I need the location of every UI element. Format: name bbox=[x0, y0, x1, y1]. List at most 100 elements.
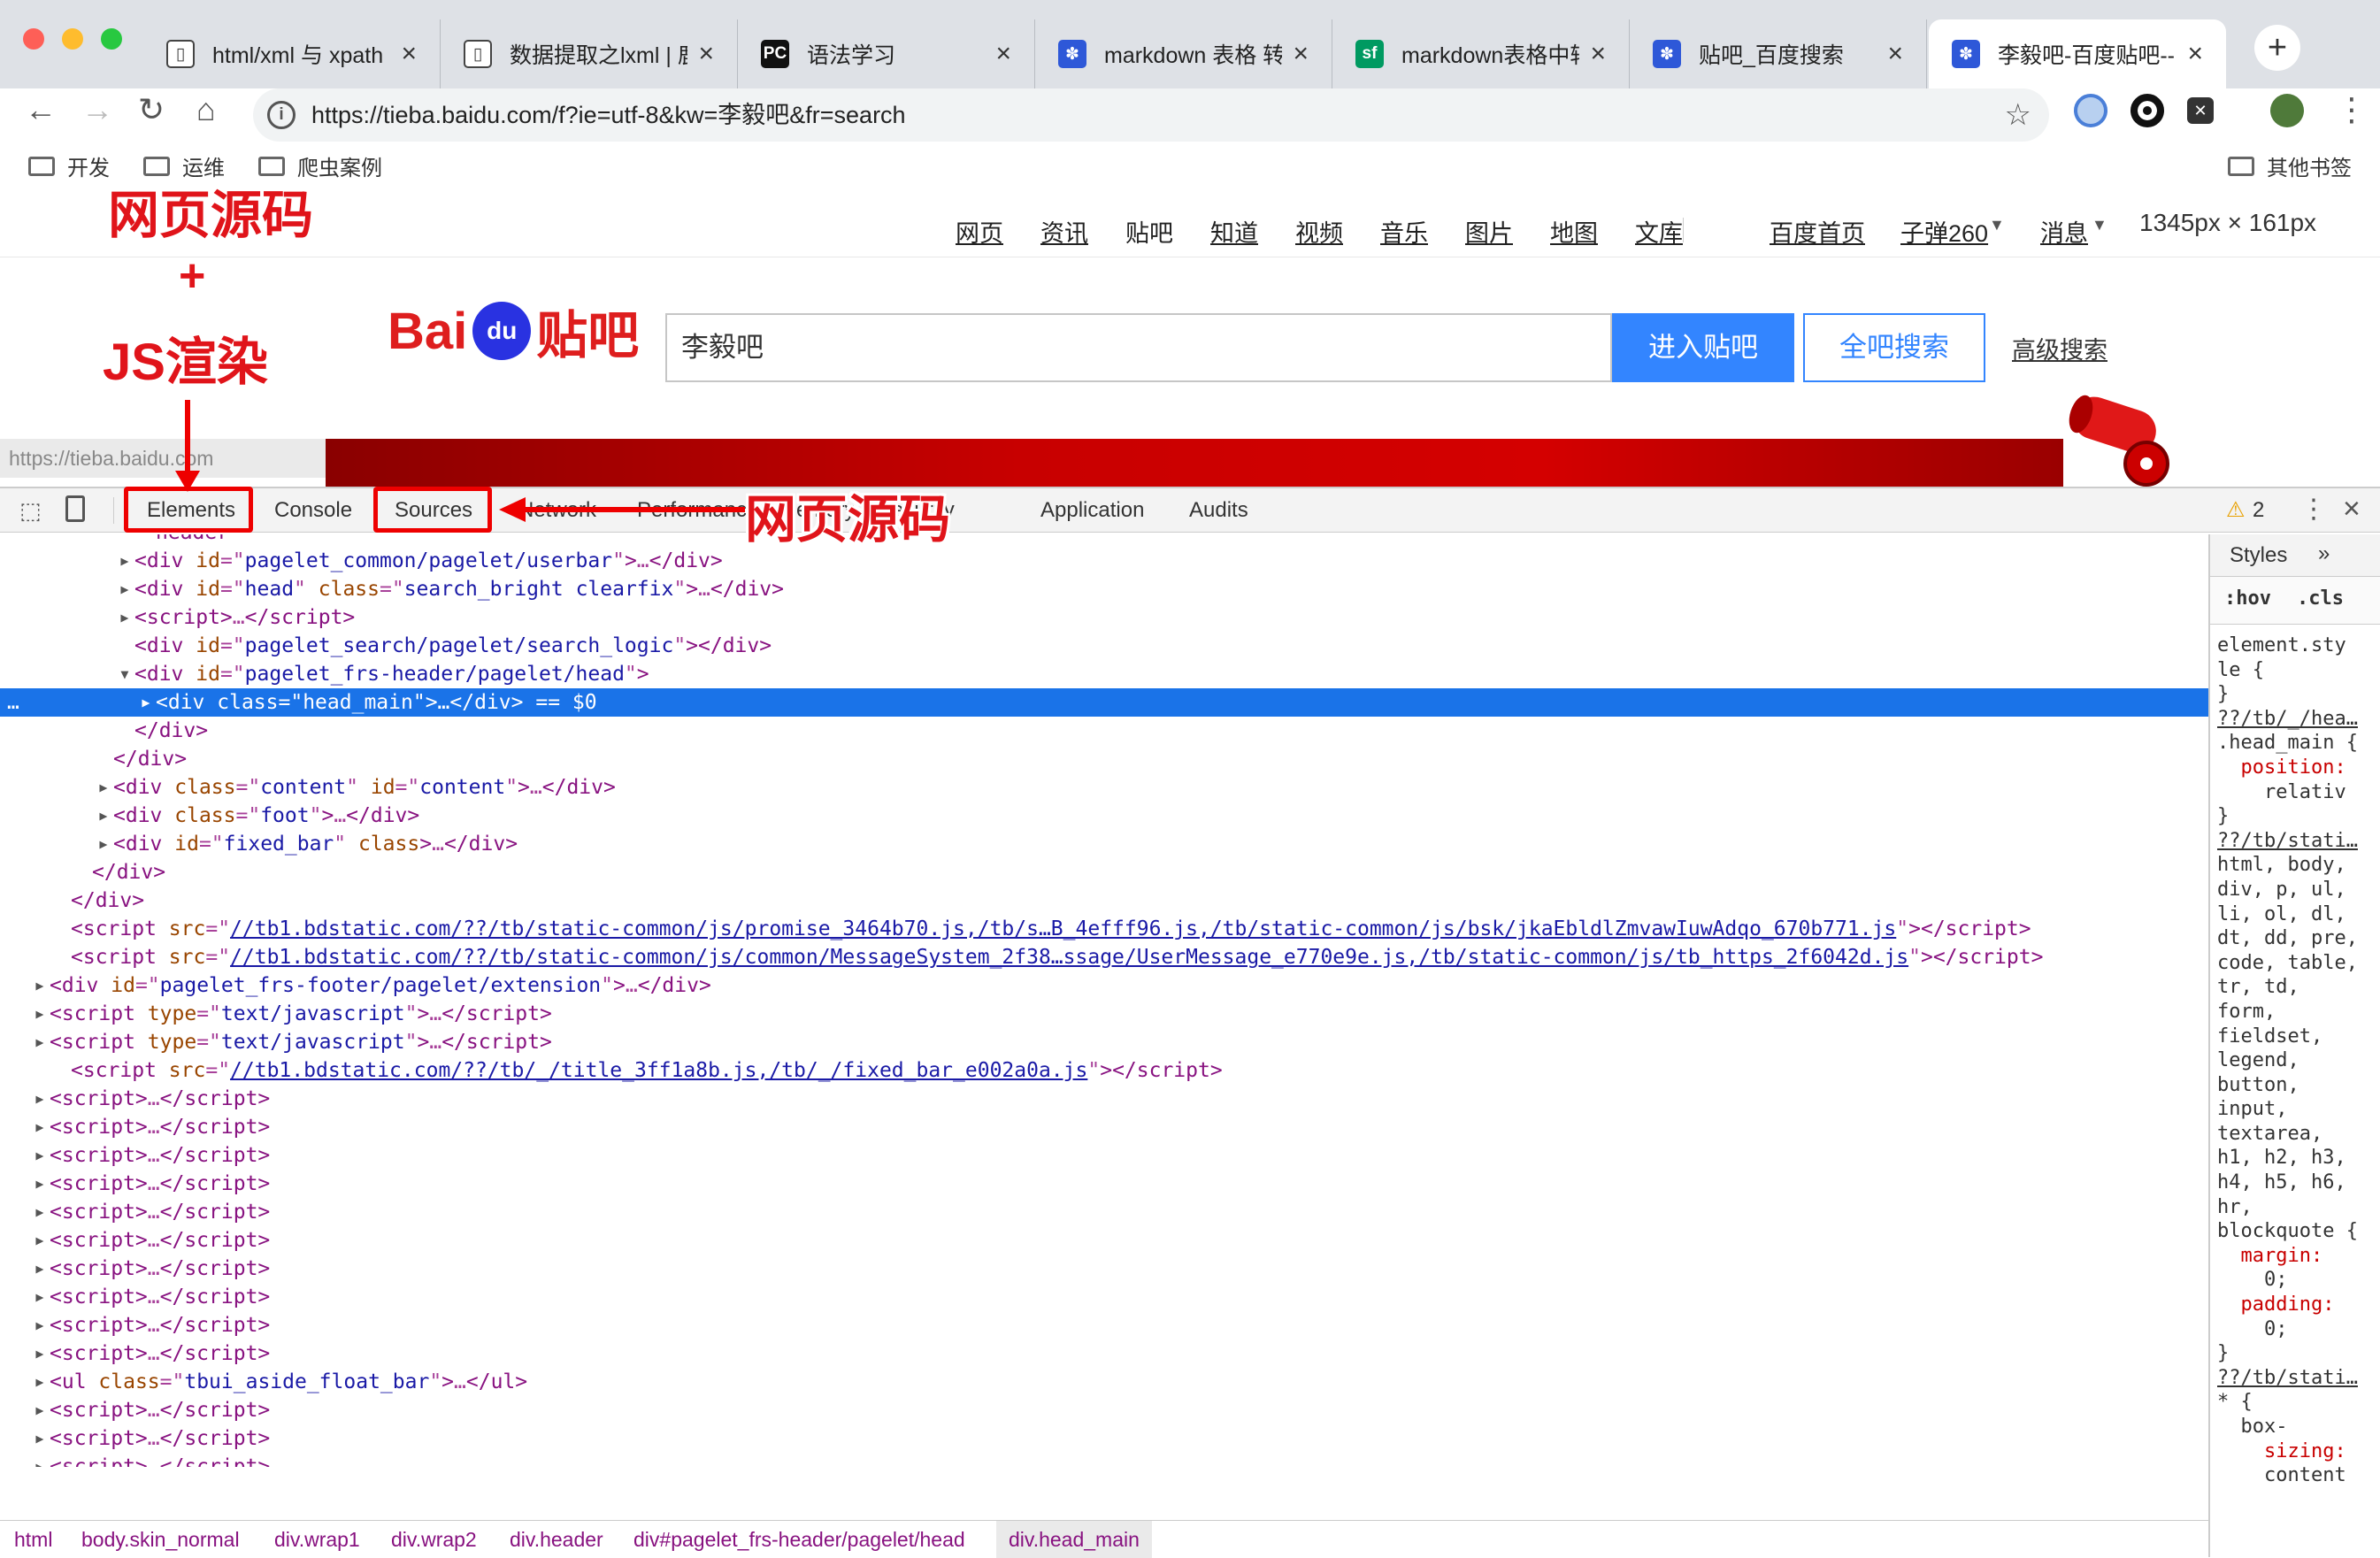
dom-node[interactable]: <script src="//tb1.bdstatic.com/??/tb/_/… bbox=[0, 1056, 2208, 1085]
style-rule-text: box- bbox=[2217, 1416, 2288, 1438]
dom-node[interactable]: </div> bbox=[0, 886, 2208, 915]
collapsed-triangle-icon[interactable]: ▸ bbox=[34, 1311, 50, 1339]
dom-node[interactable]: </div> bbox=[0, 717, 2208, 745]
style-rule-text: button, bbox=[2217, 1073, 2299, 1096]
annotation-arrows bbox=[175, 400, 745, 522]
dom-node-text: <script>…</script> bbox=[50, 1201, 271, 1224]
dom-node-text: <script src="//tb1.bdstatic.com/??/tb/st… bbox=[71, 917, 2031, 940]
collapsed-triangle-icon[interactable]: ▸ bbox=[34, 1283, 50, 1311]
dom-node[interactable]: ▸ <div class="content" id="content">…</di… bbox=[0, 773, 2208, 802]
dom-node[interactable]: ▸ <script>…</script> bbox=[0, 1141, 2208, 1170]
dom-node-text: <script>…</script> bbox=[50, 1286, 271, 1309]
collapsed-triangle-icon[interactable]: ▸ bbox=[34, 1000, 50, 1028]
style-rule-text: textarea, bbox=[2217, 1122, 2323, 1145]
collapsed-triangle-icon[interactable]: ▸ bbox=[97, 802, 113, 830]
dom-node[interactable]: ▸ <script>…</script> bbox=[0, 1226, 2208, 1255]
style-rule-text: } bbox=[2217, 683, 2230, 706]
dom-node[interactable]: <script src="//tb1.bdstatic.com/??/tb/st… bbox=[0, 915, 2208, 943]
dom-node[interactable]: ▾ <div id="pagelet_frs-header/pagelet/hea… bbox=[0, 660, 2208, 688]
breadcrumb-item[interactable]: html bbox=[14, 1521, 52, 1558]
dom-node[interactable]: ▸ <script>…</script> bbox=[0, 1113, 2208, 1141]
dom-node[interactable]: </div> bbox=[0, 858, 2208, 886]
style-rule-text: 0; bbox=[2217, 1269, 2288, 1292]
breadcrumb-item[interactable]: div.wrap2 bbox=[391, 1521, 477, 1558]
style-rule-text: fieldset, bbox=[2217, 1025, 2323, 1048]
dom-node-text: <script src="//tb1.bdstatic.com/??/tb/_/… bbox=[71, 1059, 1223, 1082]
collapsed-triangle-icon[interactable]: ▸ bbox=[34, 1226, 50, 1255]
style-rule-text: h1, h2, h3, bbox=[2217, 1147, 2346, 1170]
style-source-link[interactable]: ??/tb/stati… bbox=[2217, 1366, 2380, 1391]
style-rule-text: input, bbox=[2217, 1098, 2288, 1121]
dom-node-text: <script type="text/javascript">…</script… bbox=[50, 1002, 552, 1025]
dom-node[interactable]: ▸ <script>…</script> bbox=[0, 1453, 2208, 1467]
collapsed-triangle-icon[interactable]: ▸ bbox=[34, 1141, 50, 1170]
dom-node-text: <div class="content" id="content">…</div… bbox=[113, 776, 616, 799]
style-rule-text: position: bbox=[2217, 756, 2346, 779]
breadcrumb-item[interactable]: body.skin_normal bbox=[81, 1521, 240, 1558]
breadcrumb-item[interactable]: div.wrap1 bbox=[274, 1521, 360, 1558]
dom-node[interactable]: ▸ <ul class="tbui_aside_float_bar">…</ul> bbox=[0, 1368, 2208, 1396]
collapsed-triangle-icon[interactable]: ▸ bbox=[140, 688, 156, 717]
collapsed-triangle-icon[interactable]: ▸ bbox=[34, 1085, 50, 1113]
dom-node[interactable]: <div id="pagelet_search/pagelet/search_l… bbox=[0, 632, 2208, 660]
devtools-panel: ⬚ Elements Console Sources Network Perfo… bbox=[0, 487, 2380, 1558]
dom-node[interactable]: ▸ <div id="pagelet_frs-footer/pagelet/ext… bbox=[0, 971, 2208, 1000]
dom-node-text: <script>…</script> bbox=[50, 1455, 271, 1467]
dom-node[interactable]: ▸ <div class="foot">…</div> bbox=[0, 802, 2208, 830]
style-source-link[interactable]: ??/tb/_/hea… bbox=[2217, 707, 2380, 732]
breadcrumb-item[interactable]: div#pagelet_frs-header/pagelet/head bbox=[633, 1521, 965, 1558]
style-rule-text: .head_main { bbox=[2217, 732, 2358, 755]
dom-node-selected[interactable]: ▸ <div class="head_main">…</div> == $0… bbox=[0, 688, 2208, 717]
styles-sidebar: Styles » :hov .cls element.sty le {} ??/tb… bbox=[2208, 534, 2380, 1557]
collapsed-triangle-icon[interactable]: ▸ bbox=[34, 1198, 50, 1226]
dom-node[interactable]: ▸ <script>…</script> bbox=[0, 1085, 2208, 1113]
dom-node[interactable]: ▸ <div id="fixed_bar" class>…</div> bbox=[0, 830, 2208, 858]
collapsed-triangle-icon[interactable]: ▸ bbox=[34, 1368, 50, 1396]
dom-node[interactable]: ▸ <script>…</script> bbox=[0, 1424, 2208, 1453]
breadcrumb-item[interactable]: div.header bbox=[510, 1521, 603, 1558]
collapsed-triangle-icon[interactable]: ▸ bbox=[34, 1339, 50, 1368]
collapsed-triangle-icon[interactable]: ▸ bbox=[34, 971, 50, 1000]
dom-node[interactable]: <script src="//tb1.bdstatic.com/??/tb/st… bbox=[0, 943, 2208, 971]
dom-node[interactable]: ▸ <script>…</script> bbox=[0, 1396, 2208, 1424]
style-rule-text: li, ol, dl, bbox=[2217, 902, 2346, 925]
dom-node-text: </div> bbox=[134, 719, 209, 742]
dom-node[interactable]: </div> bbox=[0, 745, 2208, 773]
collapsed-triangle-icon[interactable]: ▸ bbox=[34, 1113, 50, 1141]
style-rule-text: form, bbox=[2217, 1000, 2276, 1023]
expanded-triangle-icon[interactable]: ▾ bbox=[119, 660, 134, 688]
collapsed-triangle-icon[interactable]: ▸ bbox=[97, 773, 113, 802]
dom-node[interactable]: ▸ <script>…</script> bbox=[0, 1283, 2208, 1311]
style-rule-text: dt, dd, pre, bbox=[2217, 927, 2358, 950]
dom-node-text: <div id="pagelet_search/pagelet/search_l… bbox=[134, 634, 772, 657]
dom-node[interactable]: ▸ <script>…</script> bbox=[0, 1170, 2208, 1198]
style-rule-text: le { bbox=[2217, 658, 2264, 681]
dom-node[interactable]: ▸ <script type="text/javascript">…</scrip… bbox=[0, 1028, 2208, 1056]
dom-node-text: <script>…</script> bbox=[50, 1229, 271, 1252]
collapsed-triangle-icon[interactable]: ▸ bbox=[34, 1028, 50, 1056]
collapsed-triangle-icon[interactable]: ▸ bbox=[34, 1170, 50, 1198]
collapsed-triangle-icon[interactable]: ▸ bbox=[34, 1453, 50, 1467]
collapsed-triangle-icon[interactable]: ▸ bbox=[34, 1424, 50, 1453]
collapsed-triangle-icon[interactable]: ▸ bbox=[97, 830, 113, 858]
node-actions-icon[interactable]: … bbox=[7, 688, 19, 717]
dom-node-text: <script>…</script> bbox=[50, 1087, 271, 1110]
style-source-link[interactable]: ??/tb/stati… bbox=[2217, 829, 2380, 854]
collapsed-triangle-icon[interactable]: ▸ bbox=[34, 1396, 50, 1424]
dom-node[interactable]: ▸ <script>…</script> bbox=[0, 1255, 2208, 1283]
style-rule-text: legend, bbox=[2217, 1049, 2299, 1072]
dom-node-text: </div> bbox=[71, 889, 145, 912]
collapsed-triangle-icon[interactable]: ▸ bbox=[34, 1255, 50, 1283]
breadcrumb-item-active[interactable]: div.head_main bbox=[996, 1521, 1152, 1558]
dom-node[interactable]: ▸ <script type="text/javascript">…</scrip… bbox=[0, 1000, 2208, 1028]
dom-node[interactable]: ▸ <script>…</script> bbox=[0, 1311, 2208, 1339]
dom-node[interactable]: ▸ <script>…</script> bbox=[0, 1339, 2208, 1368]
style-rule-text: relativ bbox=[2217, 780, 2346, 803]
dom-node[interactable]: ▸ <script>…</script> bbox=[0, 1198, 2208, 1226]
